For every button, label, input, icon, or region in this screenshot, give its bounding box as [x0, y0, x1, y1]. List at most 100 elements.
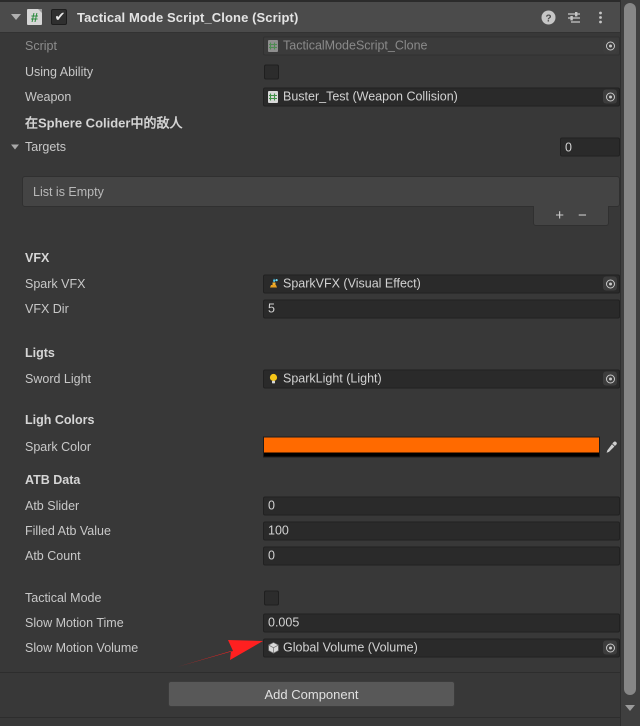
row-atb-count: Atb Count 0 — [0, 543, 620, 568]
lights-section-header: Ligts — [0, 340, 620, 366]
component-enabled-checkbox[interactable]: ✔ — [51, 9, 67, 25]
row-vfx-dir: VFX Dir 5 — [0, 296, 620, 321]
scrollbar-thumb[interactable] — [624, 3, 636, 695]
filled-atb-value-value: 100 — [268, 523, 289, 537]
spark-color-label: Spark Color — [25, 440, 91, 454]
script-field: TacticalModeScript_Clone — [263, 36, 620, 56]
component-foldout-toggle[interactable] — [6, 14, 26, 20]
targets-size-input[interactable]: 0 — [560, 137, 620, 157]
tactical-section: Tactical Mode Slow Motion Time 0.005 Slo… — [0, 585, 620, 660]
script-label: Script — [25, 39, 57, 53]
using-ability-checkbox[interactable] — [264, 64, 279, 79]
targets-list-footer: + − — [533, 206, 609, 226]
tactical-mode-checkbox[interactable] — [264, 590, 279, 605]
help-icon[interactable]: ? — [541, 10, 556, 25]
row-slow-motion-time: Slow Motion Time 0.005 — [0, 610, 620, 635]
script-value: TacticalModeScript_Clone — [283, 38, 428, 53]
targets-list-box[interactable]: List is Empty — [22, 176, 620, 207]
slow-motion-time-value: 0.005 — [268, 615, 300, 629]
eyedropper-icon[interactable] — [601, 437, 620, 458]
unity-inspector-panel: # ✔ Tactical Mode Script_Clone (Script) … — [0, 0, 640, 726]
vertical-scrollbar[interactable] — [620, 0, 640, 726]
preset-icon[interactable] — [567, 10, 582, 25]
targets-list-empty-text: List is Empty — [33, 184, 104, 199]
filled-atb-value-input[interactable]: 100 — [263, 521, 620, 540]
spark-color-rgb-bar — [264, 437, 599, 453]
light-colors-section-header: Ligh Colors — [0, 408, 620, 432]
vfx-dir-label: VFX Dir — [25, 301, 69, 316]
tactical-mode-label: Tactical Mode — [25, 590, 102, 605]
vfx-dir-value: 5 — [268, 301, 275, 315]
light-bulb-icon — [267, 372, 280, 385]
atb-slider-input[interactable]: 0 — [263, 496, 620, 515]
row-sword-light: Sword Light SparkLight (Light) — [0, 366, 620, 391]
header-icon-group: ? — [541, 10, 620, 25]
atb-count-label: Atb Count — [25, 548, 81, 563]
using-ability-label: Using Ability — [25, 64, 94, 79]
slow-motion-volume-object-picker-icon[interactable] — [603, 640, 617, 655]
weapon-object-field[interactable]: Buster_Test (Weapon Collision) — [263, 87, 620, 106]
slow-motion-volume-label: Slow Motion Volume — [25, 640, 139, 655]
targets-label: Targets — [25, 140, 66, 154]
atb-section-header: ATB Data — [0, 467, 620, 493]
spark-color-swatch[interactable] — [263, 436, 600, 458]
atb-section: ATB Data Atb Slider 0 Filled Atb Value 1… — [0, 467, 620, 568]
weapon-label: Weapon — [25, 89, 72, 104]
slow-motion-volume-value: Global Volume (Volume) — [283, 640, 418, 654]
atb-slider-label: Atb Slider — [25, 498, 80, 513]
vfx-section: VFX Spark VFX SparkVFX (Visual Effect) V… — [0, 245, 620, 321]
inspector-body: Script TacticalModeScript_Clone Using Ab… — [0, 33, 620, 159]
vfx-dir-input[interactable]: 5 — [263, 299, 620, 318]
row-slow-motion-volume: Slow Motion Volume Global Volume (Volume… — [0, 635, 620, 660]
script-asset-icon — [267, 40, 280, 53]
more-menu-icon[interactable] — [593, 10, 608, 25]
spark-vfx-value: SparkVFX (Visual Effect) — [283, 276, 421, 290]
row-spark-vfx: Spark VFX SparkVFX (Visual Effect) — [0, 271, 620, 296]
chevron-down-icon — [11, 14, 21, 20]
atb-header-label: ATB Data — [25, 473, 81, 487]
targets-note-text: 在Sphere Colider中的敌人 — [25, 115, 183, 131]
slow-motion-volume-object-field[interactable]: Global Volume (Volume) — [263, 638, 620, 657]
lights-header-label: Ligts — [25, 346, 55, 360]
component-title: Tactical Mode Script_Clone (Script) — [77, 9, 299, 25]
lights-section: Ligts Sword Light SparkLight (Light) — [0, 340, 620, 391]
row-weapon: Weapon Buster_Test (Weapon Collision) — [0, 84, 620, 109]
add-element-button[interactable]: + — [555, 208, 564, 223]
sword-light-object-field[interactable]: SparkLight (Light) — [263, 369, 620, 388]
scroll-down-arrow-icon[interactable] — [625, 705, 635, 711]
row-using-ability: Using Ability — [0, 59, 620, 84]
row-targets[interactable]: Targets 0 — [0, 135, 620, 159]
weapon-value: Buster_Test (Weapon Collision) — [283, 89, 458, 103]
targets-note: 在Sphere Colider中的敌人 — [0, 109, 620, 135]
spark-vfx-object-picker-icon[interactable] — [603, 276, 617, 291]
sword-light-label: Sword Light — [25, 371, 92, 386]
light-colors-header-label: Ligh Colors — [25, 413, 95, 427]
component-header[interactable]: # ✔ Tactical Mode Script_Clone (Script) … — [0, 2, 620, 33]
footer-divider — [0, 717, 620, 718]
vfx-header-label: VFX — [25, 251, 50, 265]
chevron-down-icon[interactable] — [11, 144, 19, 150]
script-object-picker-icon — [603, 39, 617, 53]
gameobject-cube-icon — [267, 641, 280, 654]
weapon-object-picker-icon[interactable] — [603, 89, 617, 104]
row-spark-color: Spark Color — [0, 432, 620, 462]
sword-light-object-picker-icon[interactable] — [603, 371, 617, 386]
atb-count-input[interactable]: 0 — [263, 546, 620, 565]
spark-color-alpha-bar — [264, 452, 599, 457]
bottom-divider — [0, 672, 620, 673]
row-tactical-mode: Tactical Mode — [0, 585, 620, 610]
slow-motion-time-input[interactable]: 0.005 — [263, 613, 620, 632]
checkmark-icon: ✔ — [54, 9, 66, 24]
row-filled-atb-value: Filled Atb Value 100 — [0, 518, 620, 543]
sword-light-value: SparkLight (Light) — [283, 371, 382, 385]
filled-atb-value-label: Filled Atb Value — [25, 523, 111, 538]
vfx-section-header: VFX — [0, 245, 620, 271]
light-colors-section: Ligh Colors Spark Color — [0, 408, 620, 462]
script-icon-glyph: # — [30, 9, 39, 25]
spark-vfx-object-field[interactable]: SparkVFX (Visual Effect) — [263, 274, 620, 293]
remove-element-button[interactable]: − — [578, 208, 587, 223]
vfx-graph-icon — [267, 277, 280, 290]
atb-count-value: 0 — [268, 548, 275, 562]
row-atb-slider: Atb Slider 0 — [0, 493, 620, 518]
add-component-button[interactable]: Add Component — [168, 681, 455, 707]
